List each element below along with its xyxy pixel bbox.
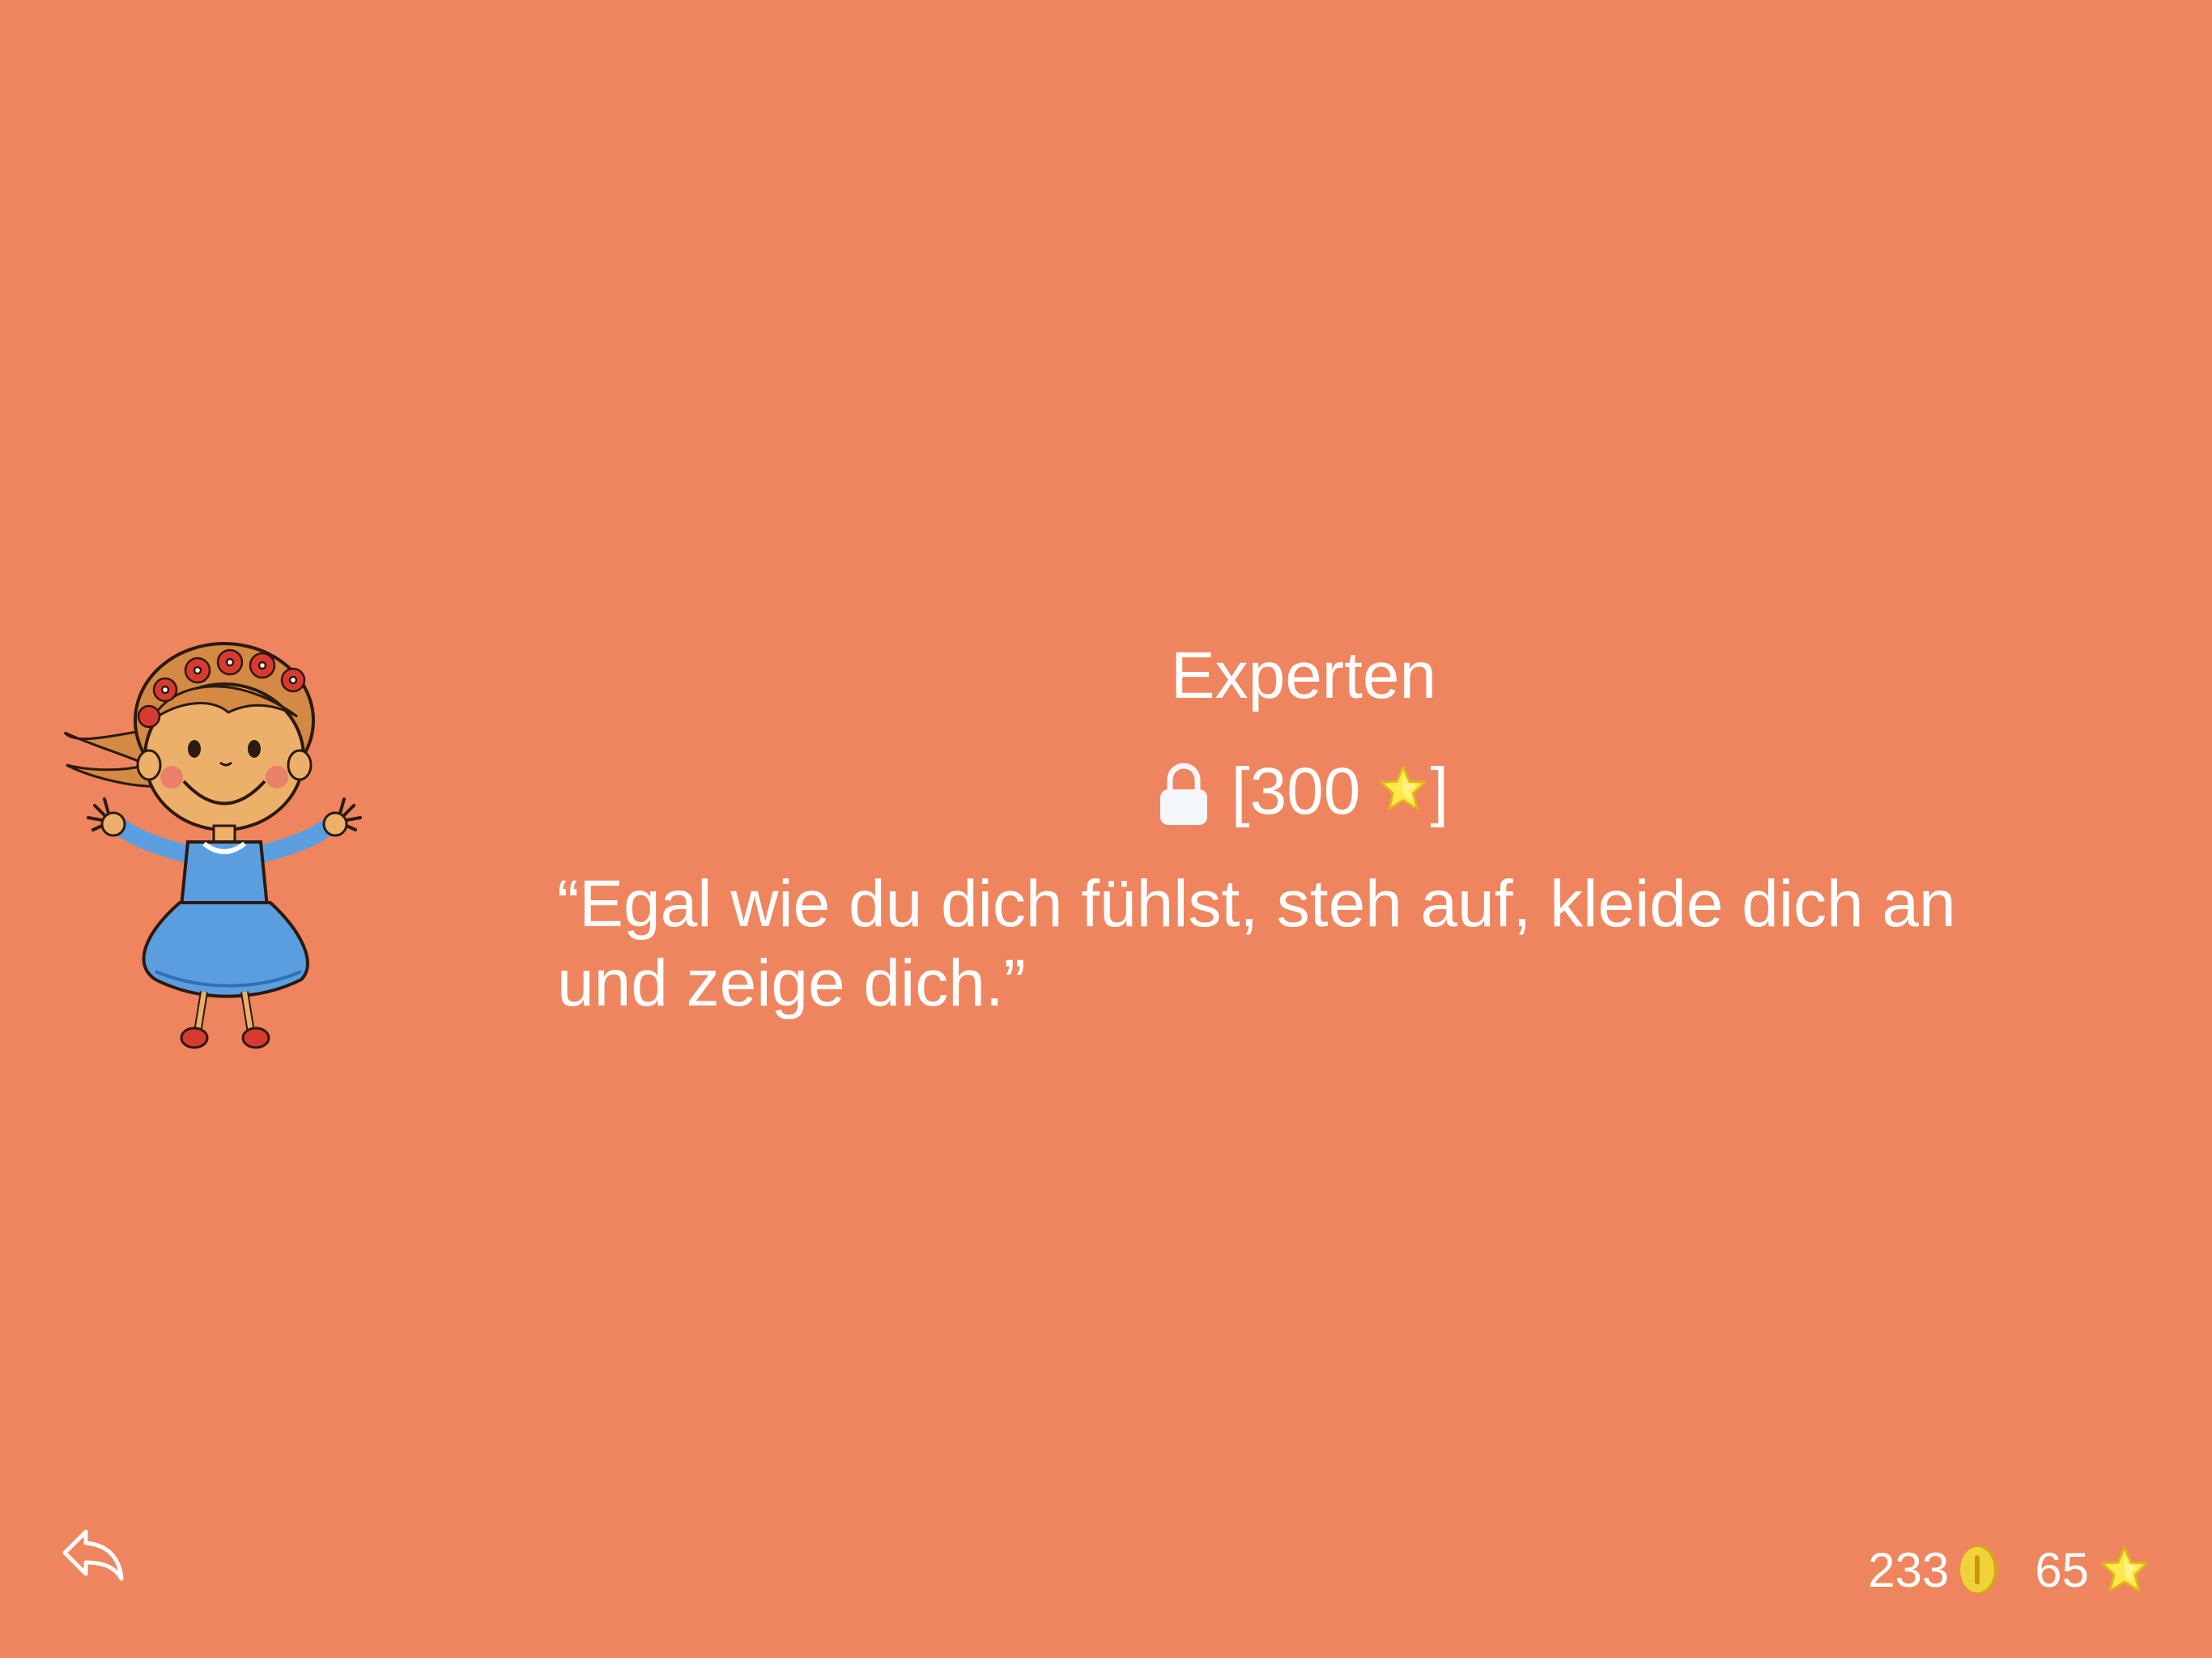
star-count: 65 <box>2035 1542 2089 1597</box>
bracket-close: ] <box>1430 755 1449 828</box>
quote-text: “Egal wie du dich fühlst, steh auf, klei… <box>557 867 1956 1020</box>
bracket-open: [ <box>1231 755 1250 828</box>
coin-icon <box>1960 1545 1998 1594</box>
star-icon <box>2100 1545 2149 1592</box>
coin-count: 233 <box>1868 1542 1950 1597</box>
back-arrow-icon[interactable] <box>62 1527 125 1584</box>
currency-stats: 233 65 <box>1868 1537 2150 1603</box>
girl-character-illustration <box>63 642 362 1049</box>
unlock-requirement: [ 300 ] <box>810 751 1797 832</box>
level-title: Experten <box>1170 639 1437 712</box>
lock-icon <box>1159 763 1207 825</box>
star-icon <box>1380 765 1427 810</box>
required-stars-value: 300 <box>1249 755 1361 828</box>
